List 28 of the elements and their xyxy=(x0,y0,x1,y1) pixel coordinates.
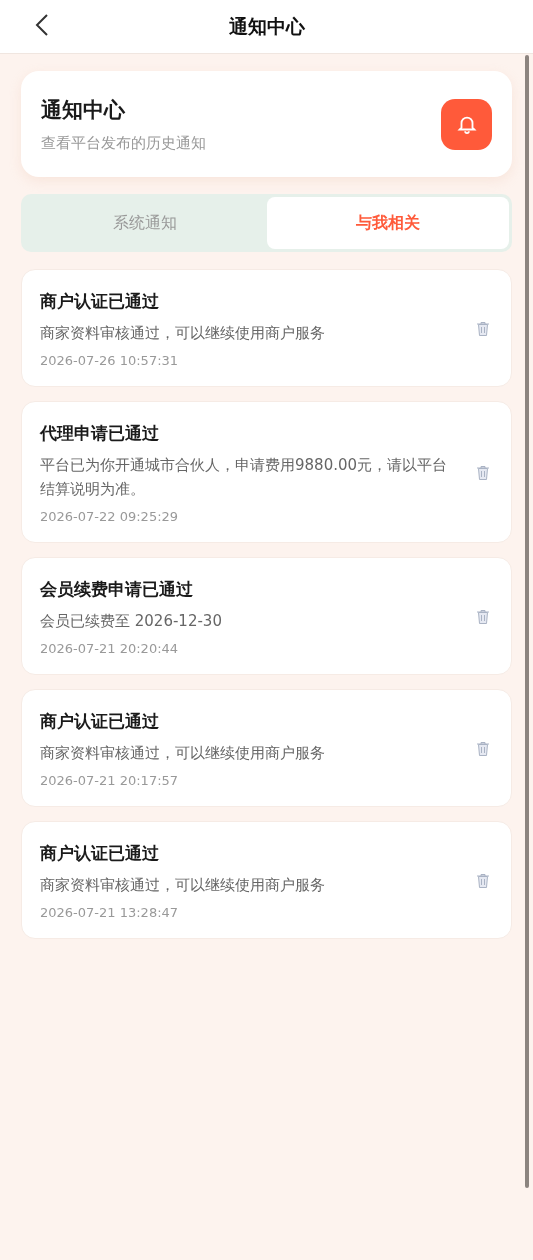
tab[interactable]: 系统通知 xyxy=(24,197,267,249)
notification-body: 商家资料审核通过，可以继续使用商户服务 xyxy=(40,875,326,896)
notification-body: 商家资料审核通过，可以继续使用商户服务 xyxy=(40,323,326,344)
notification-title: 会员续费申请已通过 xyxy=(40,578,194,601)
notification-time: 2026-07-26 10:57:31 xyxy=(40,353,180,368)
card-title: 通知中心 xyxy=(41,96,126,124)
trash-icon xyxy=(476,873,490,889)
page-title: 通知中心 xyxy=(228,13,305,39)
trash-icon xyxy=(476,609,490,625)
notification-title: 商户认证已通过 xyxy=(40,290,160,313)
notification-time: 2026-07-22 09:25:29 xyxy=(40,509,180,524)
notification-body: 会员已续费至 2026-12-30 xyxy=(40,611,223,632)
notification-body: 平台已为你开通城市合伙人，申请费用9880.00元，请以平台结算说明为准。 xyxy=(40,455,449,500)
notification-time: 2026-07-21 20:17:57 xyxy=(40,773,180,788)
card-subtitle: 查看平台发布的历史通知 xyxy=(41,133,206,153)
scrollbar[interactable] xyxy=(525,55,529,1188)
tab[interactable]: 与我相关 xyxy=(266,197,509,249)
trash-icon xyxy=(476,741,490,757)
notification-title: 代理申请已通过 xyxy=(40,422,160,445)
notification-time: 2026-07-21 13:28:47 xyxy=(40,905,180,920)
notification-body: 商家资料审核通过，可以继续使用商户服务 xyxy=(40,743,326,764)
trash-icon xyxy=(476,321,490,337)
notification-title: 商户认证已通过 xyxy=(40,710,160,733)
back-icon xyxy=(35,13,49,37)
bell-button[interactable] xyxy=(441,98,492,150)
trash-icon xyxy=(476,465,490,481)
notification-time: 2026-07-21 20:20:44 xyxy=(40,641,180,656)
notification-title: 商户认证已通过 xyxy=(40,842,160,865)
